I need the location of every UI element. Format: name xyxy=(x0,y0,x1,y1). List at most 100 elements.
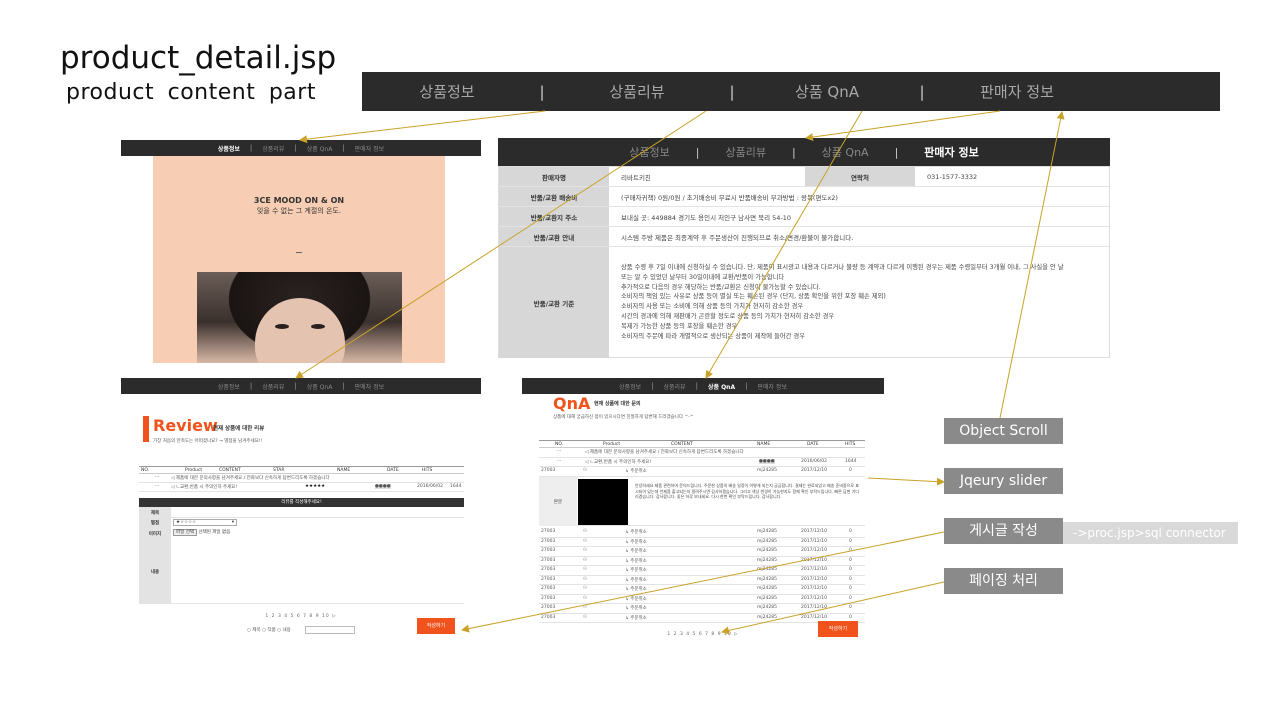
main-tab-product-info[interactable]: 상품정보 xyxy=(362,81,532,102)
return-guide-row: 반품/교환 안내 시스템 주방 제품은 최종계약 후 주문생산이 진행되므로 취… xyxy=(499,227,1109,247)
search-options[interactable]: ○ 제목 ○ 작품 ○ 내용 xyxy=(247,627,291,633)
table-row[interactable]: 27003 ↳ 주문취소 mj24285 2017/12/10 0 ⚇ xyxy=(539,604,865,614)
col-star: STAR xyxy=(273,468,285,473)
review-form-header: 리뷰를 작성해주세요! xyxy=(139,498,464,507)
content-label: 본문 xyxy=(539,477,577,526)
tab-seller[interactable]: 판매자 정보 xyxy=(345,382,395,391)
table-row[interactable]: 27003 ↳ 주문취소 mj24285 2017/12/10 0 ⚇ xyxy=(539,557,865,566)
table-row[interactable]: ··· ◁ ㄴ교환,반품 시 주의인하 주세요! ●●●● 2016/06/02… xyxy=(539,458,865,467)
form-title-label: 제목 xyxy=(139,507,171,518)
row-name: mj24285 xyxy=(757,605,777,610)
row-name: mj24285 xyxy=(757,595,777,601)
write-review-button[interactable]: 작성하기 xyxy=(417,618,455,634)
table-row[interactable]: 27003 ↳ 주문취소 mj24285 2017/12/10 0 ⚇ xyxy=(539,595,865,604)
row-hits: 0 xyxy=(849,548,852,553)
tab-qna[interactable]: 상품 QnA xyxy=(698,382,745,391)
qna-title: QnA xyxy=(553,394,591,413)
return-criteria-label: 반품/교환 기준 xyxy=(499,247,609,358)
table-row[interactable]: 27003 ↳ 주문취소 mj24285 2017/12/10 0 ⚇ xyxy=(539,585,865,595)
table-row[interactable]: 27003 ↳ 주문취소 mj24285 2017/12/10 0 ⚇ xyxy=(539,538,865,547)
table-row[interactable]: ··· ◁ 제품에 대한 문의사항을 남겨주세요 / 전화보다 신속하게 답변드… xyxy=(139,474,464,483)
product-info-panel[interactable]: 3CE MOOD ON & ON 잊을 수 없는 그 계절의 온도. xyxy=(153,156,445,363)
table-row[interactable]: ··· ◁ 제품에 대한 문의사항을 남겨주세요 / 전화보다 신속하게 답변드… xyxy=(539,448,865,458)
main-tab-bar: 상품정보 | 상품리뷰 | 상품 QnA | 판매자 정보 xyxy=(362,72,1220,111)
tab-review[interactable]: 상품리뷰 xyxy=(252,382,294,391)
row-date: 2017/12/10 xyxy=(801,557,827,563)
col-name: NAME xyxy=(337,468,351,473)
file-choose-button[interactable]: 파일 선택 xyxy=(173,529,197,536)
tab-product-info[interactable]: 상품정보 xyxy=(609,382,651,391)
annotation-paging: 페이징 처리 xyxy=(944,568,1063,594)
row-hits: 0 xyxy=(849,468,852,473)
qna-content-slider[interactable]: 본문 안녕하세요 제품 관련하여 문의드립니다. 주문한 상품의 배송 일정이 … xyxy=(539,477,865,526)
search-input[interactable] xyxy=(305,626,355,634)
review-content-textarea[interactable] xyxy=(171,539,464,604)
row-date: 2017/12/10 xyxy=(801,614,827,620)
form-content-label: 내용 xyxy=(139,539,171,604)
row-name: mj24285 xyxy=(757,614,777,620)
product-heading: 3CE MOOD ON & ON xyxy=(253,196,345,205)
write-qna-button[interactable]: 작성하기 xyxy=(818,621,858,637)
review-tab-bar: 상품정보 | 상품리뷰 | 상품 QnA | 판매자 정보 xyxy=(121,378,481,394)
star-select-value: ★☆☆☆☆ xyxy=(176,520,197,525)
user-icon: ⚇ xyxy=(583,605,588,610)
arrow-line xyxy=(805,110,1001,141)
star-rating-select[interactable]: ★☆☆☆☆ ▾ xyxy=(173,519,237,526)
col-date: DATE xyxy=(387,468,399,473)
seller-row: 판매자명 리바트키친 연락처 031-1577-3332 xyxy=(499,167,1109,187)
row-hits: 0 xyxy=(849,605,852,610)
row-no: 27003 xyxy=(541,548,556,553)
row-no: 27003 xyxy=(541,595,556,601)
table-row[interactable]: 27003 ↳ 주문취소 mj24285 2017/12/10 0 ⚇ xyxy=(539,576,865,585)
tab-review[interactable]: 상품리뷰 xyxy=(252,144,294,153)
tab-qna[interactable]: 상품 QnA xyxy=(297,382,343,391)
table-row[interactable]: 27003 ↳ 주문취소 mj24285 2017/12/10 0 ⚇ xyxy=(539,528,865,538)
row-content: ↳ 주문취소 xyxy=(625,587,647,592)
row-name: ●●●● xyxy=(375,484,391,489)
eye-shape xyxy=(275,324,289,329)
row-no: 27003 xyxy=(541,605,556,610)
row-no: 27003 xyxy=(541,586,556,591)
row-date: 2017/12/10 xyxy=(801,595,827,601)
table-row[interactable]: 27003 ↳ 주문취소 mj24285 2017/12/10 0 ⚇ xyxy=(539,614,865,623)
tab-seller[interactable]: 판매자 정보 xyxy=(345,144,395,153)
tab-review[interactable]: 상품리뷰 xyxy=(699,144,791,160)
row-hits: 0 xyxy=(849,586,852,591)
tab-seller[interactable]: 판매자 정보 xyxy=(747,382,797,391)
file-upload: 파일 선택 선택된 파일 없음 xyxy=(173,529,230,536)
review-title: Review xyxy=(153,416,218,435)
form-file-label: 이미지 xyxy=(139,528,171,539)
review-title-input[interactable] xyxy=(171,507,464,518)
table-row[interactable]: 27003 ⚇ ↳ 주문취소 mj24285 2017/12/10 0 xyxy=(539,467,865,477)
content-image xyxy=(578,479,628,525)
row-name: mj24285 xyxy=(757,567,777,572)
return-fee-row: 반품/교환 배송비 (구매자귀책) 0원/0원 / 초기배송비 무료시 반품배송… xyxy=(499,187,1109,207)
main-tab-qna[interactable]: 상품 QnA xyxy=(742,81,912,102)
tab-qna[interactable]: 상품 QnA xyxy=(796,144,895,160)
return-address-value: 보내실 곳: 449884 경기도 용인시 처인구 남사면 북리 54-10 xyxy=(621,213,792,222)
table-row[interactable]: 27003 ↳ 주문취소 mj24285 2017/12/10 0 ⚇ xyxy=(539,566,865,576)
main-tab-seller[interactable]: 판매자 정보 xyxy=(932,81,1102,102)
tab-qna[interactable]: 상품 QnA xyxy=(297,144,343,153)
tab-review[interactable]: 상품리뷰 xyxy=(653,382,695,391)
table-row[interactable]: ··· ◁ ㄴ교환,반품 시 주의인하 주세요! ★★★★★ ●●●● 2016… xyxy=(139,483,464,492)
tab-seller[interactable]: 판매자 정보 xyxy=(898,144,1004,160)
table-row[interactable]: 27003 ↳ 주문취소 mj24285 2017/12/10 0 ⚇ xyxy=(539,547,865,557)
review-table-header: NO. Product CONTENT STAR NAME DATE HITS xyxy=(139,466,464,474)
qna-tab-bar: 상품정보 | 상품리뷰 | 상품 QnA | 판매자 정보 xyxy=(522,378,884,394)
annotation-post-write: 게시글 작성 xyxy=(944,518,1063,544)
criteria-line: 소비자의 책임 있는 사유로 상품 등이 멸실 또는 훼손된 경우 (단지, 상… xyxy=(621,293,886,301)
product-subheading: 잊을 수 없는 그 계절의 온도. xyxy=(256,207,342,215)
tab-product-info[interactable]: 상품정보 xyxy=(208,382,250,391)
review-description: 가장 처음의 만족도는 어떠셨나요? → 별점을 남겨주세요!! xyxy=(153,439,263,444)
row-hits: 0 xyxy=(849,576,852,582)
tab-product-info[interactable]: 상품정보 xyxy=(208,144,250,153)
page-title: product_detail.jsp xyxy=(60,40,337,76)
user-icon: ⚇ xyxy=(583,567,588,572)
col-content: CONTENT xyxy=(671,442,693,447)
tab-product-info[interactable]: 상품정보 xyxy=(603,144,695,160)
row-content: ↳ 주문취소 xyxy=(625,596,647,602)
main-tab-review[interactable]: 상품리뷰 xyxy=(552,81,722,102)
arrow-line xyxy=(299,110,546,144)
user-icon: ⚇ xyxy=(583,557,588,563)
